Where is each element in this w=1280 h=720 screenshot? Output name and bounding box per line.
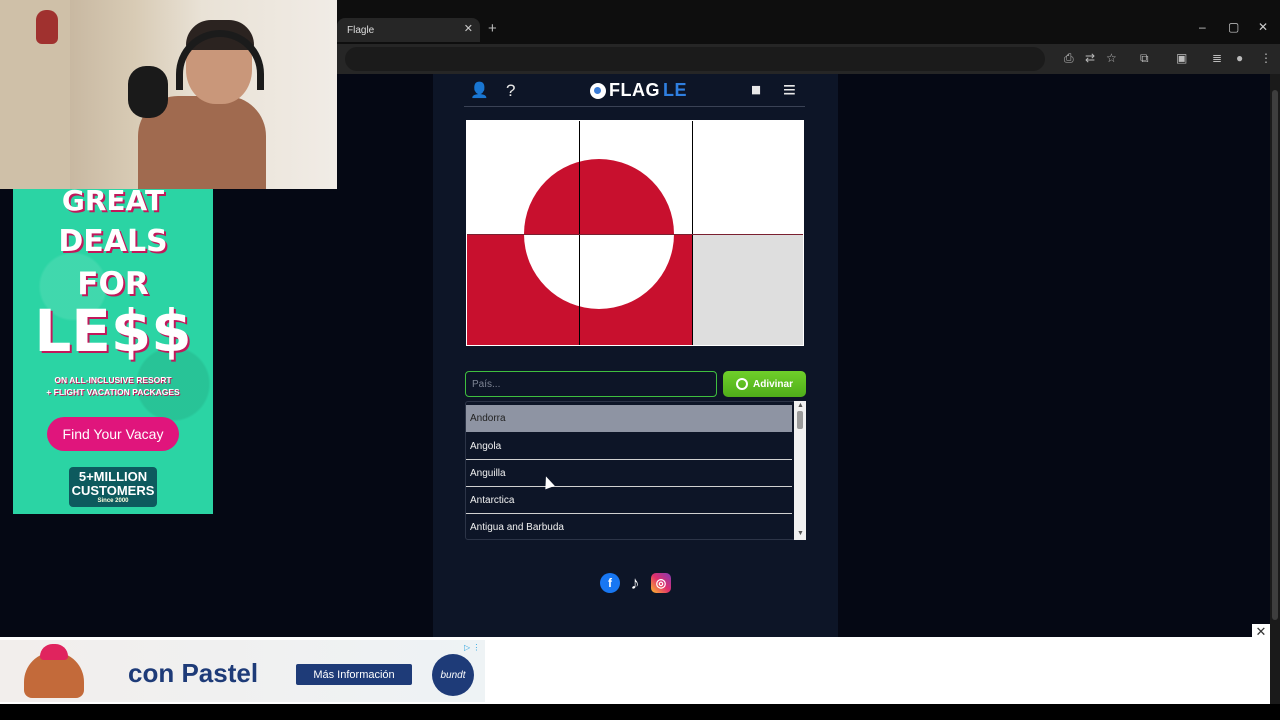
facebook-icon[interactable]: f bbox=[600, 573, 620, 593]
menu-icon[interactable]: ≡ bbox=[783, 77, 796, 103]
suggestions-scroll-thumb[interactable] bbox=[797, 411, 803, 429]
account-icon[interactable]: 👤 bbox=[470, 81, 489, 99]
install-icon[interactable]: ⎙ bbox=[1064, 51, 1074, 66]
globe-icon bbox=[735, 378, 748, 390]
minimize-button[interactable]: – bbox=[1199, 20, 1206, 34]
grid-line bbox=[467, 234, 803, 235]
wall-panel bbox=[0, 0, 70, 189]
ad-headline: DEALS bbox=[58, 224, 168, 259]
ad-creative[interactable]: con Pastel Más Información bundt ▷ ⋮ bbox=[0, 640, 485, 702]
logo-text-accent: LE bbox=[663, 80, 688, 100]
tiktok-icon[interactable]: ♪ bbox=[625, 573, 645, 593]
badge-subtext: Since 2000 bbox=[97, 498, 129, 505]
close-window-button[interactable]: ✕ bbox=[1258, 20, 1268, 34]
ad-close-icon[interactable]: ✕ bbox=[1252, 624, 1270, 640]
hidden-tile bbox=[693, 235, 803, 345]
logo-text: FLAG bbox=[609, 80, 660, 100]
ad-headline: FOR bbox=[77, 266, 149, 302]
suggestion-item[interactable]: Angola bbox=[466, 433, 792, 460]
scroll-up-icon[interactable]: ▲ bbox=[797, 402, 804, 409]
profile-icon[interactable]: ● bbox=[1236, 51, 1243, 65]
microphone bbox=[128, 66, 168, 118]
customers-badge: 5+MILLION CUSTOMERS Since 2000 bbox=[69, 466, 157, 507]
tab-close-icon[interactable]: ✕ bbox=[464, 22, 473, 35]
bookmark-star-icon[interactable]: ☆ bbox=[1106, 51, 1117, 65]
flag-puzzle bbox=[466, 120, 804, 346]
ad-headline: GREAT bbox=[61, 189, 165, 217]
scroll-down-icon[interactable]: ▼ bbox=[797, 530, 804, 537]
ad-subtext-line: ON ALL-INCLUSIVE RESORT bbox=[54, 375, 172, 385]
find-vacay-button[interactable]: Find Your Vacay bbox=[47, 416, 179, 451]
bottom-advertisement: con Pastel Más Información bundt ▷ ⋮ bbox=[0, 637, 1270, 704]
figurine bbox=[36, 10, 58, 44]
brand-logo: bundt bbox=[432, 654, 474, 696]
country-suggestions: Andorra Angola Anguilla Antarctica Antig… bbox=[465, 401, 806, 540]
ad-headline: con Pastel bbox=[128, 658, 259, 688]
instagram-icon[interactable]: ◎ bbox=[651, 573, 671, 593]
side-advertisement[interactable]: GREAT DEALS FOR LE$$ ON ALL-INCLUSIVE RE… bbox=[13, 189, 213, 514]
suggestion-item[interactable]: Antarctica bbox=[466, 487, 792, 514]
new-tab-button[interactable]: + bbox=[488, 20, 497, 37]
screen: Flagle ✕ + – ▢ ✕ ⎙ ⇄ ☆ ⧉ ▣ ≣ ● ⋮ 👤 ? FLA… bbox=[0, 0, 1280, 720]
cake-topping bbox=[40, 644, 68, 660]
flagle-logo: FLAG LE bbox=[590, 80, 687, 101]
help-icon[interactable]: ? bbox=[506, 81, 515, 101]
page-scrollbar-thumb[interactable] bbox=[1272, 90, 1278, 620]
media-icon[interactable]: ≣ bbox=[1212, 51, 1222, 65]
suggestion-item[interactable]: Anguilla bbox=[466, 460, 792, 487]
header-divider bbox=[464, 106, 805, 107]
ad-subtext: ON ALL-INCLUSIVE RESORT + FLIGHT VACATIO… bbox=[13, 374, 213, 399]
globe-icon bbox=[590, 82, 606, 99]
suggestion-item[interactable]: Andorra bbox=[466, 405, 792, 432]
ad-headline: LE$$ bbox=[34, 297, 192, 365]
badge-text: 5+MILLION CUSTOMERS bbox=[71, 468, 155, 498]
translate-icon[interactable]: ⇄ bbox=[1085, 51, 1095, 65]
more-info-button[interactable]: Más Información bbox=[296, 664, 412, 685]
extensions-icon[interactable]: ⧉ bbox=[1140, 51, 1149, 66]
stats-icon[interactable]: ▮▮ bbox=[751, 83, 761, 96]
adchoices-icon[interactable]: ▷ ⋮ bbox=[464, 643, 480, 652]
webcam-overlay bbox=[0, 0, 337, 189]
tab-title: Flagle bbox=[347, 24, 375, 36]
bottom-strip bbox=[0, 704, 1280, 720]
sidepanel-icon[interactable]: ▣ bbox=[1176, 51, 1187, 65]
country-input[interactable] bbox=[465, 371, 717, 397]
browser-menu-icon[interactable]: ⋮ bbox=[1260, 51, 1272, 65]
suggestion-item[interactable]: Antigua and Barbuda bbox=[466, 514, 792, 539]
browser-tab[interactable]: Flagle ✕ bbox=[337, 18, 480, 42]
ad-subtext-line: + FLIGHT VACATION PACKAGES bbox=[46, 387, 180, 398]
address-bar[interactable] bbox=[345, 47, 1045, 71]
maximize-button[interactable]: ▢ bbox=[1228, 20, 1239, 34]
guess-button-label: Adivinar bbox=[752, 378, 793, 390]
guess-button[interactable]: Adivinar bbox=[723, 371, 806, 397]
